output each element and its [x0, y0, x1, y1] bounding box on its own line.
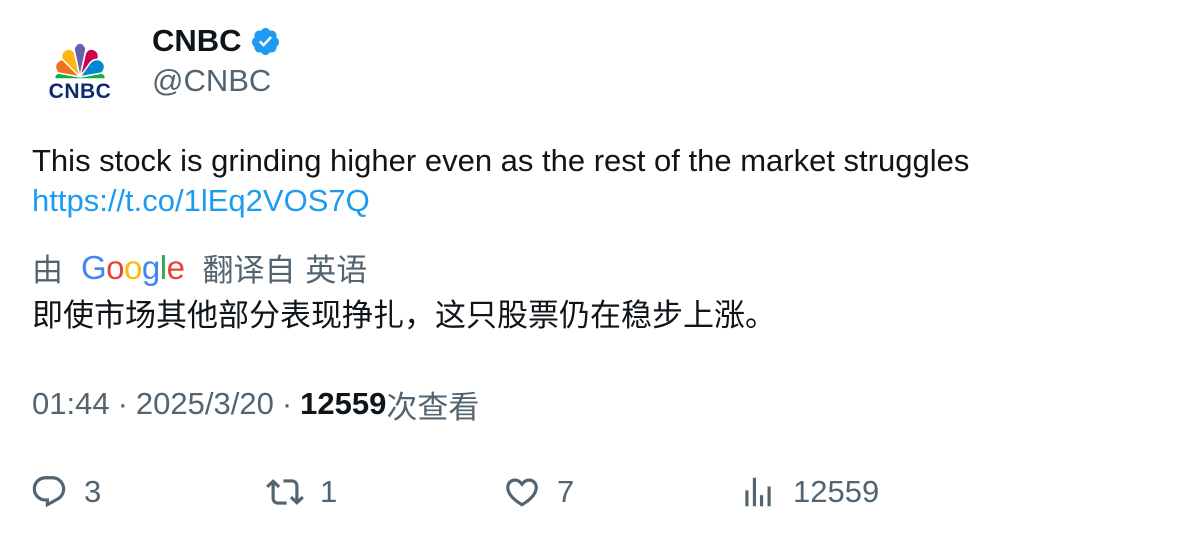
meta-separator: ·	[117, 386, 128, 421]
reply-button[interactable]: 3	[30, 470, 101, 514]
views-label: 次查看	[386, 389, 480, 426]
retweet-button[interactable]: 1	[266, 470, 337, 514]
translated-text: 即使市场其他部分表现挣扎，这只股票仍在稳步上涨。	[32, 298, 776, 334]
like-button[interactable]: 7	[503, 470, 574, 514]
google-logo-letter: e	[166, 248, 185, 286]
action-bar: 3 1 7 12559	[0, 470, 1196, 514]
tweet-date[interactable]: 2025/3/20	[136, 386, 274, 422]
tweet-text: This stock is grinding higher even as th…	[32, 141, 1172, 221]
translation-prefix: 由	[32, 252, 63, 289]
verified-badge-icon	[251, 27, 279, 55]
google-logo-letter: g	[141, 248, 160, 286]
avatar[interactable]: CNBC	[32, 24, 128, 120]
google-logo: Google	[81, 248, 185, 286]
views-count: 12559	[300, 386, 387, 421]
avatar-logo-text: CNBC	[48, 79, 112, 103]
reply-count: 3	[84, 474, 102, 509]
google-logo-letter: G	[81, 248, 107, 286]
google-logo-letter: o	[106, 248, 125, 286]
analytics-icon	[745, 477, 771, 507]
tweet-link[interactable]: https://t.co/1lEq2VOS7Q	[32, 181, 1172, 221]
translation-attribution: 由 Google 翻译自 英语	[32, 246, 368, 289]
meta-separator: ·	[281, 386, 293, 421]
tweet-card: CNBC CNBC @CNBC This stock is grinding h…	[0, 0, 1196, 538]
retweet-count: 1	[320, 474, 338, 509]
author-handle[interactable]: @CNBC	[152, 62, 271, 100]
peacock-logo-icon	[53, 42, 107, 79]
google-logo-letter: l	[159, 248, 167, 286]
like-count: 7	[557, 474, 575, 509]
retweet-icon	[266, 479, 304, 505]
like-icon	[506, 478, 538, 507]
views-action-count: 12559	[793, 474, 880, 509]
tweet-time[interactable]: 01:44	[32, 386, 110, 422]
display-name[interactable]: CNBC	[152, 22, 242, 60]
author-name-row[interactable]: CNBC	[152, 22, 281, 60]
google-logo-letter: o	[124, 248, 142, 286]
reply-icon	[32, 476, 66, 508]
tweet-meta: 01:44 · 2025/3/20 · 12559 次查看	[32, 384, 480, 426]
tweet-body: This stock is grinding higher even as th…	[32, 143, 970, 178]
views-button[interactable]: 12559	[739, 470, 879, 514]
translation-suffix: 翻译自 英语	[202, 252, 368, 289]
